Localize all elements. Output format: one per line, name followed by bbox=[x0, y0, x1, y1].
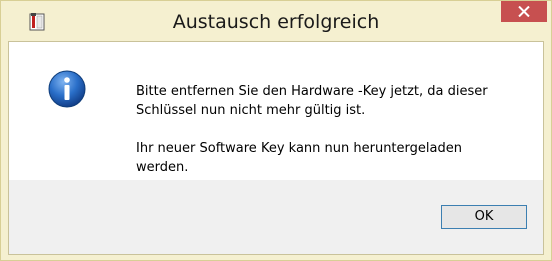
message-paragraph-1: Bitte entfernen Sie den Hardware -Key je… bbox=[136, 82, 536, 120]
info-icon bbox=[48, 70, 86, 108]
ok-button[interactable]: OK bbox=[441, 205, 527, 229]
dialog-content: Bitte entfernen Sie den Hardware -Key je… bbox=[8, 41, 544, 255]
close-button[interactable] bbox=[501, 1, 547, 22]
message-paragraph-2: Ihr neuer Software Key kann nun herunter… bbox=[136, 139, 536, 177]
message-line: Bitte entfernen Sie den Hardware -Key je… bbox=[136, 84, 488, 99]
message-line: werden. bbox=[136, 160, 189, 175]
close-icon bbox=[518, 6, 530, 17]
title-bar[interactable]: Austausch erfolgreich bbox=[1, 1, 551, 41]
dialog-window: Austausch erfolgreich Bitte entfernen Si… bbox=[0, 0, 552, 261]
window-title: Austausch erfolgreich bbox=[172, 11, 380, 33]
message-line: Schlüssel nun nicht mehr gültig ist. bbox=[136, 103, 366, 118]
message-line: Ihr neuer Software Key kann nun herunter… bbox=[136, 141, 462, 156]
